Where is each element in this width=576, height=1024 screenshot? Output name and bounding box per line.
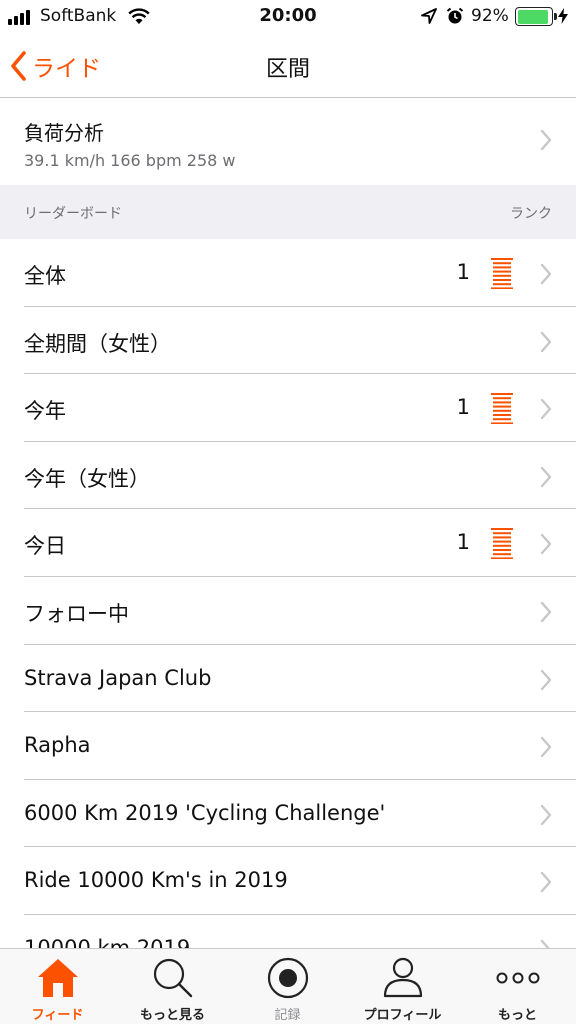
tab-explore-label: もっと見る [139,1008,205,1023]
rank-value: 1 [456,530,470,555]
rank-bars-icon [491,528,513,560]
chevron-right-icon [540,466,552,487]
search-icon [153,958,192,998]
leaderboard-row[interactable]: 全体 1 [0,239,576,307]
chevron-right-icon [540,669,552,690]
tab-record-label: 記録 [274,1008,301,1023]
leaderboard-row-label: 今年（女性） [24,466,150,491]
tab-record[interactable]: 記録 [230,949,345,1024]
chevron-right-icon [540,331,552,352]
chevron-right-icon [540,872,552,893]
charging-bolt-icon [558,8,568,24]
chevron-right-icon [540,129,552,151]
leaderboard-row[interactable]: Ride 10000 Km's in 2019 [0,847,576,915]
leaderboard-list: 全体 1 全期間（女性） 今年 1 今年（女性） 今日 1 フォロー中 Strava Japan … [0,239,576,983]
status-bar: SoftBank 20:00 92% [0,0,576,34]
rank-bars-icon [491,393,513,425]
leaderboard-row-label: 今年 [24,399,66,424]
leaderboard-row-label: 全期間（女性） [24,331,171,356]
leaderboard-row-label: Ride 10000 Km's in 2019 [24,868,288,893]
leaderboard-row-label: 6000 Km 2019 'Cycling Challenge' [24,800,386,825]
chevron-right-icon [540,736,552,758]
chevron-right-icon [540,534,552,555]
location-arrow-icon [421,8,437,24]
leaderboard-row[interactable]: 今年 1 [0,374,576,442]
leaderboard-row[interactable]: Rapha [0,712,576,780]
analysis-title: 負荷分析 [24,121,104,145]
battery-percent: 92% [471,6,509,26]
leaderboard-row-label: 今日 [24,534,66,559]
chevron-right-icon [540,398,552,420]
leaderboard-row[interactable]: 6000 Km 2019 'Cycling Challenge' [0,780,576,848]
record-icon [267,957,308,999]
tab-feed-label: フィード [31,1008,84,1023]
home-icon [37,959,78,997]
rank-value: 1 [456,395,470,420]
tab-profile[interactable]: プロフィール [345,949,460,1024]
leaderboard-row[interactable]: 今年（女性） [0,442,576,510]
tab-explore[interactable]: もっと見る [115,949,230,1024]
battery-level [517,9,548,24]
navigation-bar: ライド 区間 [0,34,576,98]
tab-profile-label: プロフィール [363,1008,442,1023]
leaderboard-row-label: Strava Japan Club [24,665,212,690]
tab-bar: フィード もっと見る 記録 プロフィール もっと [0,948,576,1024]
leaderboard-row[interactable]: Strava Japan Club [0,645,576,713]
leaderboard-section-header: リーダーボード ランク [0,185,576,239]
leaderboard-row-label: Rapha [24,733,91,758]
analysis-row[interactable]: 負荷分析 39.1 km/h 166 bpm 258 w [0,99,576,185]
battery-icon [515,7,557,26]
tab-feed[interactable]: フィード [0,949,115,1024]
tab-more[interactable]: もっと [460,949,575,1024]
chevron-right-icon [540,263,552,285]
rank-value: 1 [456,260,470,284]
chevron-right-icon [540,601,552,623]
profile-icon [383,957,422,998]
leaderboard-row[interactable]: 今日 1 [0,509,576,577]
rank-bars-icon [491,258,513,289]
leaderboard-row[interactable]: 全期間（女性） [0,307,576,375]
more-icon [496,972,539,984]
alarm-icon [446,7,464,24]
leaderboard-row[interactable]: フォロー中 [0,577,576,645]
tab-more-label: もっと [497,1008,537,1023]
leaderboard-header-label: リーダーボード [24,206,122,222]
page-title: 区間 [265,57,310,82]
leaderboard-row-label: 全体 [24,264,66,288]
chevron-right-icon [540,804,552,825]
analysis-stats: 39.1 km/h 166 bpm 258 w [24,151,236,170]
leaderboard-row-label: フォロー中 [24,601,129,626]
rank-header-label: ランク [510,206,552,222]
